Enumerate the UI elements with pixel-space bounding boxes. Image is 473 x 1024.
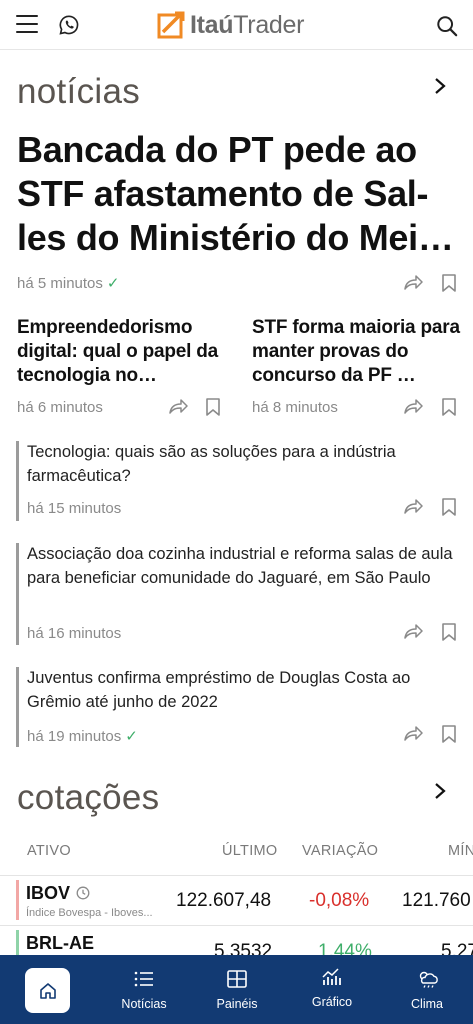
- bottom-navigation: Notícias Painéis Gráfico Clima: [0, 955, 473, 1024]
- last-price: 122.607,48: [176, 890, 272, 911]
- news-list-item-title: Tecnologia: quais são as soluções para a…: [27, 443, 396, 485]
- read-check-icon: ✓: [125, 728, 138, 745]
- read-check-icon: ✓: [106, 275, 120, 292]
- grid-icon: [227, 970, 247, 988]
- price-change: -0,08%: [309, 890, 370, 911]
- chevron-right-icon[interactable]: [433, 77, 447, 95]
- home-button[interactable]: [25, 968, 70, 1013]
- news-list-item-time: há 16 minutos: [27, 625, 121, 642]
- min-price: 121.760: [402, 890, 471, 911]
- menu-icon[interactable]: [16, 15, 38, 35]
- share-icon[interactable]: [168, 397, 188, 417]
- search-icon[interactable]: [436, 15, 458, 37]
- weather-cloud-icon: [419, 971, 438, 988]
- nav-news-label: Notícias: [121, 997, 167, 1011]
- share-icon[interactable]: [403, 497, 423, 517]
- news-list-item-title: Associação doa cozinha industrial e refo…: [27, 545, 453, 587]
- list-icon: [134, 971, 153, 987]
- column-header-asset[interactable]: ATIVO: [27, 843, 71, 859]
- nav-panels-label: Painéis: [216, 997, 258, 1011]
- share-icon[interactable]: [403, 724, 423, 744]
- news-card-1-time: há 6 minutos: [17, 399, 103, 416]
- news-card-2-time: há 8 minutos: [252, 399, 338, 416]
- nav-panels[interactable]: Painéis: [197, 969, 277, 1013]
- nav-weather-label: Clima: [411, 997, 443, 1011]
- column-header-change[interactable]: VARIAÇÃO: [302, 843, 378, 859]
- whatsapp-icon[interactable]: [58, 14, 80, 36]
- ticker-symbol[interactable]: IBOV: [26, 883, 70, 904]
- bookmark-icon[interactable]: [439, 397, 459, 417]
- news-list-item-time-text: há 15 minutos: [27, 500, 122, 517]
- ticker-color-bar: [16, 880, 19, 920]
- ticker-description: Índice Bovespa - Iboves...: [26, 907, 153, 919]
- logo-text: ItaúTrader: [190, 10, 305, 39]
- share-icon[interactable]: [403, 273, 423, 293]
- headline-time: há 5 minutos ✓: [17, 274, 119, 292]
- headline-title[interactable]: Bancada do PT pede ao STF afastamento de…: [17, 128, 457, 260]
- clock-icon: [76, 886, 90, 900]
- itau-trader-logo[interactable]: ItaúTrader: [157, 9, 304, 41]
- news-list-item-time: há 15 minutos: [27, 500, 121, 517]
- chart-icon: [322, 968, 341, 985]
- nav-chart[interactable]: Gráfico: [292, 967, 372, 1011]
- logo-mark-icon: [157, 11, 185, 39]
- quotes-section-title[interactable]: cotações: [17, 778, 160, 818]
- news-card-1-title[interactable]: Empreendedorismo digital: qual o papel d…: [17, 316, 227, 388]
- column-header-min[interactable]: MÍN: [448, 843, 473, 859]
- column-header-last[interactable]: ÚLTIMO: [222, 843, 278, 859]
- nav-news[interactable]: Notícias: [104, 969, 184, 1013]
- news-section-title[interactable]: notícias: [17, 72, 140, 112]
- news-list-item-time: há 19 minutos ✓: [27, 727, 138, 745]
- bookmark-icon[interactable]: [439, 497, 459, 517]
- share-icon[interactable]: [403, 622, 423, 642]
- share-icon[interactable]: [403, 397, 423, 417]
- bookmark-icon[interactable]: [439, 273, 459, 293]
- news-card-2-title[interactable]: STF forma maioria para manter provas do …: [252, 316, 462, 388]
- row-divider: [0, 875, 473, 876]
- news-list-item-title: Juventus confirma empréstimo de Douglas …: [27, 669, 411, 711]
- bookmark-icon[interactable]: [439, 622, 459, 642]
- nav-weather[interactable]: Clima: [387, 969, 467, 1013]
- news-list-item-time-text: há 16 minutos: [27, 625, 122, 642]
- top-bar: ItaúTrader: [0, 0, 473, 50]
- row-divider: [0, 925, 473, 926]
- bookmark-icon[interactable]: [203, 397, 223, 417]
- headline-time-text: há 5 minutos: [17, 275, 103, 292]
- ticker-symbol[interactable]: BRL-AE: [26, 933, 94, 954]
- news-list-item-time-text: há 19 minutos: [27, 728, 122, 745]
- nav-chart-label: Gráfico: [311, 995, 353, 1009]
- chevron-right-icon[interactable]: [433, 782, 447, 800]
- home-icon: [39, 982, 56, 999]
- bookmark-icon[interactable]: [439, 724, 459, 744]
